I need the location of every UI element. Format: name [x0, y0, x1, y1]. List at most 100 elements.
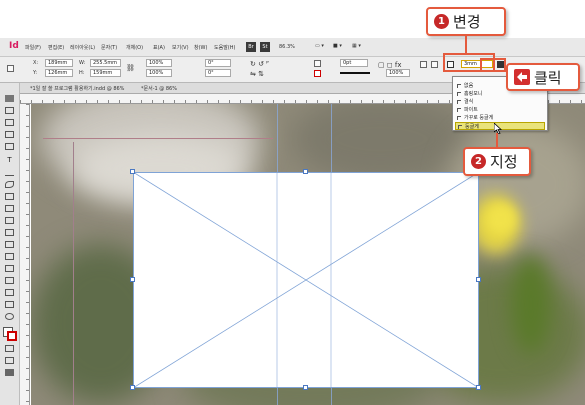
- dropdown-item-bevel[interactable]: 결식: [455, 98, 545, 106]
- gap-tool-icon[interactable]: [5, 131, 14, 138]
- frame-handle[interactable]: [130, 277, 135, 282]
- dropdown-item-label: 가꾸로 둥글게: [464, 115, 494, 121]
- note-tool-icon[interactable]: [5, 277, 14, 284]
- stroke-swatch-icon[interactable]: [314, 70, 321, 77]
- frame-options-icons[interactable]: ▢ ◻ fx: [378, 61, 401, 69]
- reference-point-icon[interactable]: [7, 65, 14, 72]
- step2-label: 지정: [490, 153, 518, 171]
- free-transform-tool-icon[interactable]: [5, 241, 14, 248]
- constrain-link-icon[interactable]: ⛓: [126, 64, 135, 72]
- frame-handle[interactable]: [130, 385, 135, 390]
- flip-icons[interactable]: ⇋ ⇅: [250, 70, 264, 78]
- tab-document[interactable]: *1일 잘 쓸 프로그램 활용하기.indd @ 86%: [30, 85, 124, 92]
- dropdown-item-inverse-rounded[interactable]: 가꾸로 둥글게: [455, 114, 545, 122]
- rectangle-frame-tool-icon[interactable]: [5, 205, 14, 212]
- x-label: X:: [33, 60, 39, 66]
- screen-mode-tool-icon[interactable]: [5, 369, 14, 376]
- bridge-button[interactable]: Br: [246, 42, 256, 52]
- click-label: 클릭: [534, 68, 562, 87]
- dropdown-item-label: 없음: [464, 83, 474, 89]
- opacity-field[interactable]: 100%: [386, 69, 410, 77]
- menu-help[interactable]: 도움말(H): [214, 44, 235, 51]
- zoom-tool-icon[interactable]: [5, 313, 14, 320]
- width-field[interactable]: 255.5mm: [90, 59, 121, 67]
- menu-object[interactable]: 개체(O): [126, 44, 143, 51]
- h-label: H:: [79, 70, 85, 76]
- view-options-icon[interactable]: ▭ ▾: [315, 43, 324, 49]
- height-field[interactable]: 159mm: [90, 69, 121, 77]
- dropdown-item-label: 결식: [464, 99, 474, 105]
- menu-table[interactable]: 표(A): [153, 44, 165, 51]
- frame-handle[interactable]: [303, 169, 308, 174]
- stroke-color-icon[interactable]: [7, 331, 17, 341]
- gradient-tool-icon[interactable]: [5, 253, 14, 260]
- arrange-docs-icon[interactable]: ▦ ▾: [352, 43, 361, 49]
- align-icon-2[interactable]: [431, 61, 438, 68]
- screen-mode-icon[interactable]: ■ ▾: [333, 43, 342, 49]
- step2-badge: 2: [471, 154, 486, 169]
- zoom-level[interactable]: 86.3%: [279, 44, 295, 50]
- callout-step2: 2 지정: [463, 147, 531, 176]
- page-tool-icon[interactable]: [5, 119, 14, 126]
- left-arrow-icon: [514, 69, 530, 85]
- menu-edit[interactable]: 편집(E): [48, 44, 64, 51]
- formatting-affects-icon[interactable]: [5, 345, 14, 352]
- gradient-feather-tool-icon[interactable]: [5, 265, 14, 272]
- tools-panel: T: [0, 83, 20, 405]
- left-margin-guide: [73, 142, 74, 405]
- frame-handle[interactable]: [303, 385, 308, 390]
- rotate-icons[interactable]: ↻ ↺ ᴾ: [250, 60, 269, 68]
- menu-window[interactable]: 창(W): [194, 44, 207, 51]
- apply-color-icon[interactable]: [5, 357, 14, 364]
- dropdown-item-label: 파이트: [464, 107, 478, 113]
- vertical-ruler[interactable]: [20, 104, 30, 405]
- application-bar: Id 파일(F) 편집(E) 레이아웃(L) 문자(T) 개체(O) 표(A) …: [0, 38, 585, 57]
- callout-step2-leader: [496, 133, 498, 147]
- rotate-field[interactable]: 0°: [205, 59, 231, 67]
- frame-handle[interactable]: [476, 385, 481, 390]
- indesign-logo: Id: [9, 41, 19, 51]
- frame-placeholder-x: [133, 172, 479, 388]
- x-field[interactable]: 189mm: [45, 59, 73, 67]
- stock-button[interactable]: St: [260, 42, 270, 52]
- rectangle-tool-icon[interactable]: [5, 217, 14, 224]
- content-collector-icon[interactable]: [5, 143, 14, 150]
- tab-document-2[interactable]: *문서-1 @ 86%: [141, 85, 177, 92]
- scissors-tool-icon[interactable]: [5, 229, 14, 236]
- callout-step1: 1 변경: [426, 7, 506, 36]
- menu-view[interactable]: 보기(V): [172, 44, 189, 51]
- margin-guide: [43, 138, 273, 139]
- dropdown-item-label: 둥글게: [465, 124, 479, 130]
- step1-label: 변경: [453, 13, 481, 31]
- step1-badge: 1: [434, 14, 449, 29]
- menu-type[interactable]: 문자(T): [101, 44, 117, 51]
- pencil-tool-icon[interactable]: [5, 193, 14, 200]
- frame-handle[interactable]: [130, 169, 135, 174]
- stroke-weight-field[interactable]: 0pt: [340, 59, 368, 67]
- stroke-type-preview[interactable]: [340, 72, 370, 74]
- scale-y-field[interactable]: 100%: [146, 69, 172, 77]
- shear-field[interactable]: 0°: [205, 69, 231, 77]
- pen-tool-icon[interactable]: [5, 181, 14, 188]
- highlight-dropdown-button: [480, 58, 506, 72]
- dropdown-item-label: 홈링모니: [464, 91, 483, 97]
- frame-handle[interactable]: [476, 277, 481, 282]
- menu-layout[interactable]: 레이아웃(L): [70, 44, 95, 51]
- callout-click: 클릭: [506, 63, 580, 91]
- hand-tool-icon[interactable]: [5, 301, 14, 308]
- type-tool-icon[interactable]: T: [5, 157, 14, 164]
- w-label: W:: [79, 60, 86, 66]
- line-tool-icon[interactable]: [5, 169, 14, 176]
- align-icon[interactable]: [420, 61, 427, 68]
- y-label: Y:: [33, 70, 38, 76]
- scale-x-field[interactable]: 100%: [146, 59, 172, 67]
- direct-selection-tool-icon[interactable]: [5, 107, 14, 114]
- dropdown-item-inset[interactable]: 파이트: [455, 106, 545, 114]
- fill-swatch-icon[interactable]: [314, 60, 321, 67]
- callout-step1-leader: [465, 36, 467, 54]
- menu-file[interactable]: 파일(F): [25, 44, 41, 51]
- y-field[interactable]: 126mm: [45, 69, 73, 77]
- eyedropper-tool-icon[interactable]: [5, 289, 14, 296]
- selection-tool-icon[interactable]: [5, 95, 14, 102]
- dropdown-item-fancy[interactable]: 홈링모니: [455, 90, 545, 98]
